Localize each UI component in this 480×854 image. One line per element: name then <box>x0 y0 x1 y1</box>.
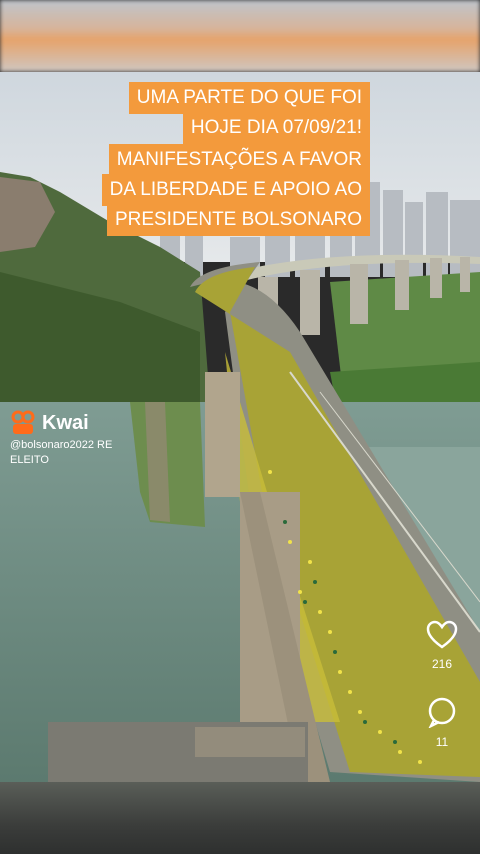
watermark-username: @bolsonaro2022 RE ELEITO <box>10 439 113 466</box>
caption-overlay: UMA PARTE DO QUE FOI HOJE DIA 07/09/21! … <box>50 82 370 242</box>
comment-count: 11 <box>435 735 449 749</box>
caption-line: MANIFESTAÇÕES A FAVOR <box>108 144 370 176</box>
caption-line: PRESIDENTE BOLSONARO <box>106 204 370 236</box>
comment-bubble-icon[interactable] <box>426 696 458 729</box>
kwai-logo-icon <box>11 410 35 434</box>
heart-icon[interactable] <box>426 620 458 650</box>
caption-line: UMA PARTE DO QUE FOI <box>128 82 370 114</box>
caption-line: HOJE DIA 07/09/21! <box>182 112 370 144</box>
kwai-watermark: Kwai @bolsonaro2022 RE ELEITO <box>10 410 135 468</box>
video-player[interactable]: UMA PARTE DO QUE FOI HOJE DIA 07/09/21! … <box>0 0 480 854</box>
caption-line: DA LIBERDADE E APOIO AO <box>101 174 370 206</box>
watermark-brand: Kwai <box>42 411 89 434</box>
top-blurred-border <box>0 0 480 72</box>
comment-action[interactable]: 11 <box>422 696 462 749</box>
like-action[interactable]: 216 <box>422 620 462 671</box>
like-count: 216 <box>431 657 453 671</box>
bottom-blurred-border <box>0 782 480 854</box>
